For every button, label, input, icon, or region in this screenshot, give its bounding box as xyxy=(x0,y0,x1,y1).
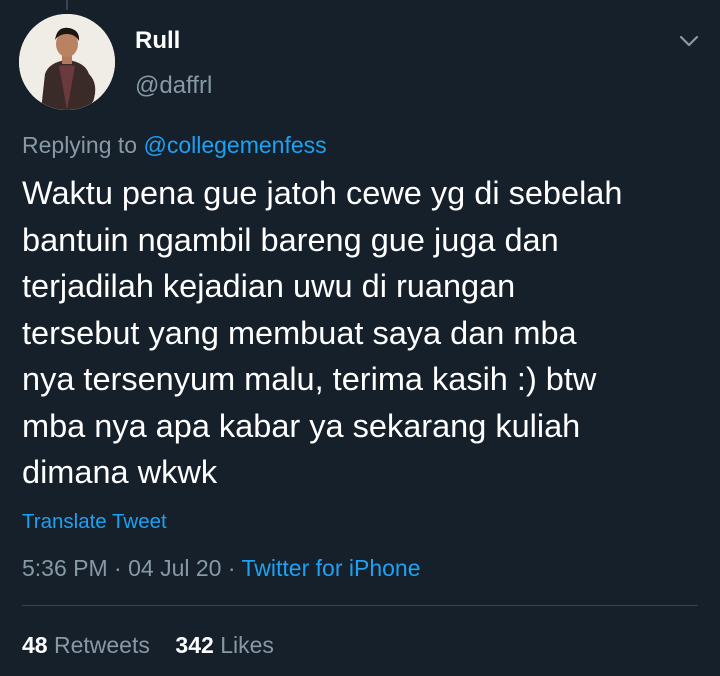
translate-tweet-link[interactable]: Translate Tweet xyxy=(22,509,167,535)
avatar[interactable] xyxy=(19,14,115,110)
tweet-text-line: mba nya apa kabar ya sekarang kuliah xyxy=(22,407,581,444)
retweets-count: 48 xyxy=(22,632,48,658)
replying-to: Replying to @collegemenfess xyxy=(22,130,327,160)
tweet-text-line: bantuin ngambil bareng gue juga dan xyxy=(22,221,559,258)
likes-count: 342 xyxy=(175,632,214,658)
tweet-text-line: nya tersenyum malu, terima kasih :) btw xyxy=(22,361,597,397)
retweets-label: Retweets xyxy=(53,632,150,658)
meta-separator: · xyxy=(227,555,236,581)
likes-stat[interactable]: 342 Likes xyxy=(175,632,273,658)
avatar-image xyxy=(19,14,115,110)
tweet-text-line: Waktu pena gue jatoh cewe yg di sebelah xyxy=(22,175,623,211)
more-options-button[interactable] xyxy=(672,26,706,56)
tweet-text: Waktu pena gue jatoh cewe yg di sebelah … xyxy=(22,170,712,496)
likes-label: Likes xyxy=(220,632,274,658)
tweet-meta: 5:36 PM · 04 Jul 20 · Twitter for iPhone xyxy=(22,553,420,583)
tweet-source-link[interactable]: Twitter for iPhone xyxy=(242,555,421,581)
user-handle[interactable]: @daffrl xyxy=(135,71,212,101)
tweet-time[interactable]: 5:36 PM xyxy=(22,555,108,581)
chevron-down-icon xyxy=(679,35,699,47)
thread-connector-line xyxy=(66,0,68,10)
meta-separator: · xyxy=(114,555,122,581)
tweet-text-line: tersebut yang membuat saya dan mba xyxy=(22,314,577,351)
replying-to-label: Replying to xyxy=(22,132,138,158)
retweets-stat[interactable]: 48 Retweets xyxy=(22,632,150,658)
tweet-text-line: dimana wkwk xyxy=(22,454,218,490)
tweet-stats: 48 Retweets 342 Likes xyxy=(22,630,274,660)
tweet-date[interactable]: 04 Jul 20 xyxy=(128,555,221,581)
display-name[interactable]: Rull xyxy=(135,26,180,56)
tweet-text-line: terjadilah kejadian uwu di ruangan xyxy=(22,268,516,304)
reply-mention-link[interactable]: @collegemenfess xyxy=(143,132,326,158)
divider xyxy=(22,605,698,606)
